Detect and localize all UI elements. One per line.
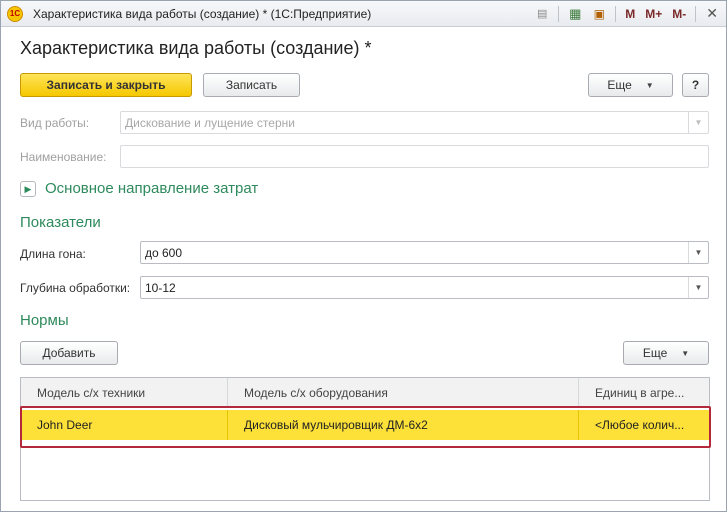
norms-title: Нормы (20, 312, 69, 329)
memory-m-minus-button[interactable]: M- (672, 7, 686, 21)
norms-more-button[interactable]: Еще ▼ (623, 341, 709, 365)
work-type-dropdown-icon[interactable]: ▼ (688, 112, 708, 133)
app-window: 1С Характеристика вида работы (создание)… (0, 0, 727, 512)
norms-table: Модель с/х техники Модель с/х оборудован… (20, 377, 710, 501)
dropdown-arrow-icon: ▼ (645, 80, 654, 90)
close-icon[interactable]: ✕ (706, 5, 718, 22)
table-row[interactable]: John Deer Дисковый мульчировщик ДМ-6х2 <… (21, 410, 709, 440)
depth-field[interactable]: 10-12 ▼ (140, 276, 709, 299)
expand-chevron-icon[interactable]: ▶ (20, 181, 36, 197)
column-header[interactable]: Единиц в агре... (579, 378, 709, 408)
toolbar-separator (615, 5, 617, 22)
docs-icon[interactable]: ▤ (532, 4, 552, 24)
norms-more-label: Еще (642, 346, 668, 360)
app-logo-icon: 1С (7, 5, 23, 22)
more-button-label: Еще (607, 78, 632, 92)
depth-dropdown-icon[interactable]: ▼ (688, 277, 708, 298)
save-and-close-button[interactable]: Записать и закрыть (20, 73, 192, 97)
table-header: Модель с/х техники Модель с/х оборудован… (21, 378, 709, 408)
table-cell[interactable]: John Deer (21, 410, 228, 440)
table-cell[interactable]: <Любое колич... (579, 410, 709, 440)
name-field[interactable] (120, 145, 709, 168)
depth-value: 10-12 (145, 280, 176, 295)
form-title: Характеристика вида работы (создание) * (20, 38, 372, 58)
name-label: Наименование: (20, 150, 107, 164)
indicators-title: Показатели (20, 214, 101, 231)
depth-label: Глубина обработки: (20, 281, 131, 295)
column-header[interactable]: Модель с/х техники (21, 378, 228, 408)
work-type-field[interactable]: Дискование и лущение стерни ▼ (120, 111, 709, 134)
calculator-icon[interactable]: ▦ (565, 4, 585, 24)
memory-m-plus-button[interactable]: M+ (645, 7, 662, 21)
length-field[interactable]: до 600 ▼ (140, 241, 709, 264)
table-cell[interactable]: Дисковый мульчировщик ДМ-6х2 (228, 410, 579, 440)
work-type-label: Вид работы: (20, 116, 90, 130)
add-button[interactable]: Добавить (20, 341, 118, 365)
length-label: Длина гона: (20, 247, 86, 261)
cost-direction-group-title[interactable]: Основное направление затрат (45, 180, 258, 197)
length-dropdown-icon[interactable]: ▼ (688, 242, 708, 263)
window-title: Характеристика вида работы (создание) * … (33, 6, 372, 21)
title-bar-tools: ▤ ▦ ▣ M M+ M- ✕ (530, 1, 726, 27)
help-button[interactable]: ? (682, 73, 709, 97)
more-button[interactable]: Еще ▼ (588, 73, 673, 97)
memory-m-button[interactable]: M (625, 7, 635, 21)
title-bar: 1С Характеристика вида работы (создание)… (1, 1, 726, 27)
work-type-value: Дискование и лущение стерни (125, 115, 295, 130)
calendar-icon[interactable]: ▣ (589, 4, 609, 24)
dropdown-arrow-icon: ▼ (681, 348, 690, 358)
toolbar-separator (558, 5, 560, 22)
toolbar-separator (695, 5, 697, 22)
save-button[interactable]: Записать (203, 73, 300, 97)
length-value: до 600 (145, 245, 183, 260)
column-header[interactable]: Модель с/х оборудования (228, 378, 579, 408)
